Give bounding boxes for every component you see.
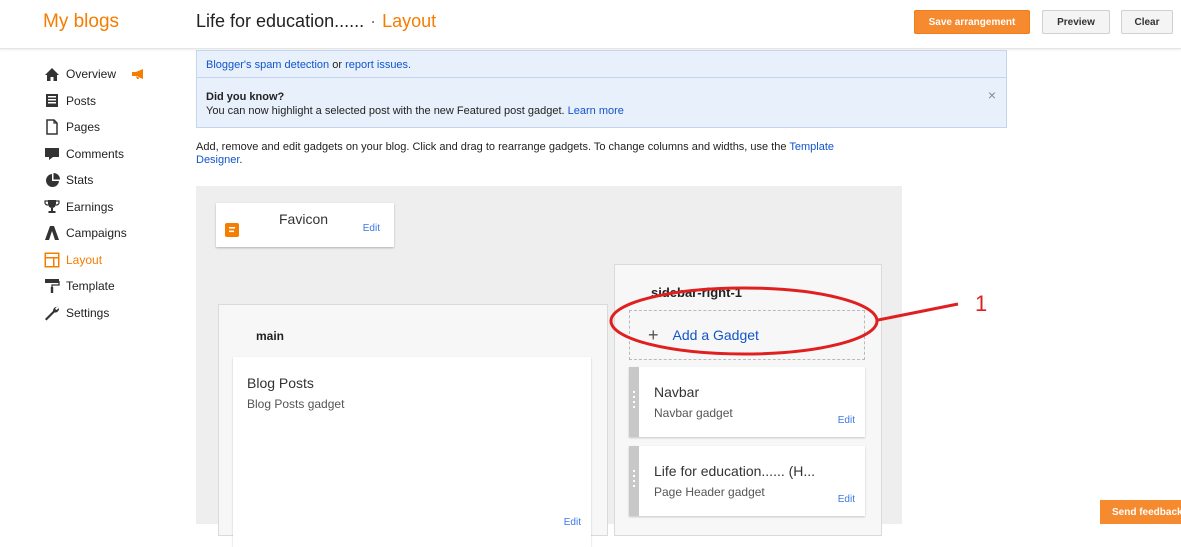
did-you-know-text: You can now highlight a selected post wi… — [206, 105, 624, 117]
layout-instructions: Add, remove and edit gadgets on your blo… — [196, 141, 876, 167]
add-gadget-button[interactable]: + Add a Gadget — [629, 310, 865, 360]
page-header-edit-link[interactable]: Edit — [838, 494, 855, 505]
gadget-subtitle: Blog Posts gadget — [247, 397, 345, 411]
comment-icon — [43, 146, 61, 162]
sidebar-item-posts[interactable]: Posts — [43, 88, 183, 115]
top-bar: My blogs Life for education...... · Layout… — [0, 0, 1181, 49]
sidebar-item-earnings[interactable]: Earnings — [43, 194, 183, 221]
sidebar-item-label: Layout — [66, 252, 103, 267]
blog-posts-edit-link[interactable]: Edit — [564, 517, 581, 528]
blogger-logo-icon — [225, 223, 239, 237]
blog-posts-gadget[interactable]: Blog Posts Blog Posts gadget Edit — [233, 357, 591, 547]
title-separator: · — [370, 11, 377, 31]
info-panel: Blogger's spam detection or report issue… — [196, 50, 1007, 128]
sidebar-item-label: Template — [66, 279, 115, 294]
sidebar-item-label: Stats — [66, 173, 94, 188]
send-feedback-button[interactable]: Send feedback — [1100, 500, 1181, 524]
save-arrangement-button[interactable]: Save arrangement — [914, 10, 1030, 34]
home-icon — [43, 66, 61, 82]
clear-button[interactable]: Clear — [1121, 10, 1173, 34]
spam-detection-link[interactable]: Blogger's spam detection — [206, 59, 329, 71]
gadget-title: Navbar — [654, 384, 700, 400]
learn-more-link[interactable]: Learn more — [568, 105, 624, 117]
wrench-icon — [43, 305, 61, 321]
sidebar-item-label: Settings — [66, 305, 110, 320]
sidebar-nav: Overview Posts Pages Comments Stats Earn… — [43, 61, 183, 326]
pie-chart-icon — [43, 172, 61, 188]
megaphone-icon — [131, 68, 147, 80]
trophy-icon — [43, 199, 61, 215]
navbar-gadget[interactable]: Navbar Navbar gadget Edit — [629, 367, 865, 437]
gadget-subtitle: Page Header gadget — [654, 485, 765, 499]
sidebar-item-label: Overview — [66, 67, 117, 82]
drag-handle[interactable] — [629, 446, 639, 516]
tip-text: You can now highlight a selected post wi… — [206, 105, 565, 117]
sidebar-right-title: sidebar-right-1 — [651, 285, 743, 300]
layout-icon — [43, 252, 61, 268]
spam-notice: Blogger's spam detection or report issue… — [206, 59, 411, 71]
sidebar-item-label: Comments — [66, 146, 125, 161]
instructions-text: Add, remove and edit gadgets on your blo… — [196, 141, 787, 153]
my-blogs-link[interactable]: My blogs — [43, 11, 119, 33]
navbar-edit-link[interactable]: Edit — [838, 415, 855, 426]
paint-roller-icon — [43, 278, 61, 294]
sidebar-item-layout[interactable]: Layout — [43, 247, 183, 274]
page-name: Layout — [382, 11, 437, 31]
report-issues-link[interactable]: report issues. — [345, 59, 411, 71]
preview-button[interactable]: Preview — [1042, 10, 1110, 34]
gadget-subtitle: Navbar gadget — [654, 406, 733, 420]
annotation-number: 1 — [975, 291, 988, 316]
plus-icon: + — [648, 324, 659, 345]
sidebar-right-section: sidebar-right-1 + Add a Gadget Navbar Na… — [614, 264, 882, 536]
sidebar-item-settings[interactable]: Settings — [43, 300, 183, 327]
sidebar-item-overview[interactable]: Overview — [43, 61, 183, 88]
favicon-gadget[interactable]: Favicon Edit — [216, 203, 394, 247]
page-header-gadget[interactable]: Life for education...... (H... Page Head… — [629, 446, 865, 516]
sidebar-item-label: Campaigns — [66, 226, 127, 241]
favicon-edit-link[interactable]: Edit — [363, 223, 380, 234]
info-divider — [197, 77, 1006, 78]
drag-handle[interactable] — [629, 367, 639, 437]
sidebar-item-campaigns[interactable]: Campaigns — [43, 220, 183, 247]
did-you-know-title: Did you know? — [206, 91, 285, 103]
main-section: main Blog Posts Blog Posts gadget Edit — [218, 304, 608, 547]
gadget-title: Life for education...... (H... — [654, 463, 816, 479]
gadget-title: Blog Posts — [247, 375, 314, 391]
or-text: or — [329, 59, 346, 71]
sidebar-item-template[interactable]: Template — [43, 273, 183, 300]
instructions-end: . — [239, 154, 243, 166]
sidebar-item-label: Earnings — [66, 199, 114, 214]
blog-name: Life for education...... — [196, 11, 365, 31]
main-section-title: main — [256, 329, 285, 343]
campaign-icon — [43, 225, 61, 241]
pages-icon — [43, 119, 61, 135]
sidebar-item-comments[interactable]: Comments — [43, 141, 183, 168]
favicon-title: Favicon — [279, 211, 329, 227]
sidebar-item-label: Pages — [66, 120, 101, 135]
page-title: Life for education...... · Layout — [196, 11, 436, 32]
sidebar-item-pages[interactable]: Pages — [43, 114, 183, 141]
sidebar-item-label: Posts — [66, 93, 97, 108]
add-gadget-label: Add a Gadget — [672, 327, 759, 343]
sidebar-item-stats[interactable]: Stats — [43, 167, 183, 194]
close-icon[interactable]: × — [988, 87, 996, 103]
posts-icon — [43, 93, 61, 109]
